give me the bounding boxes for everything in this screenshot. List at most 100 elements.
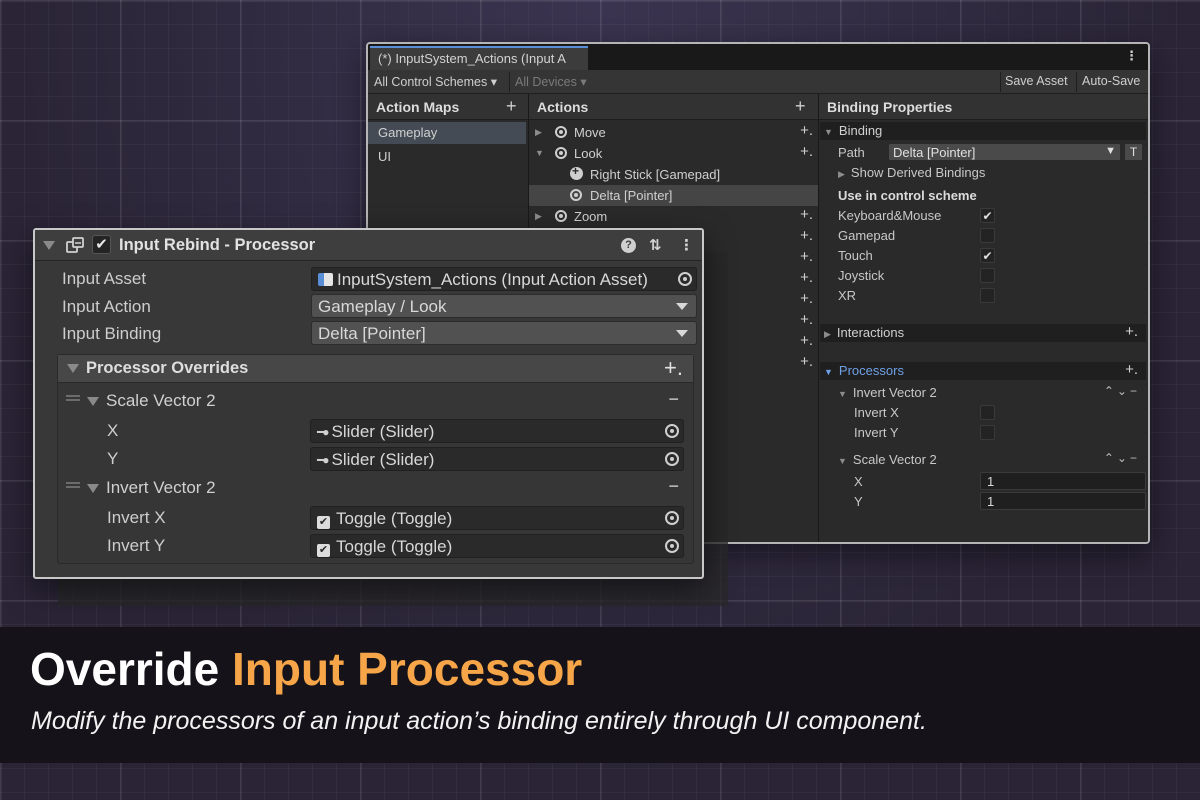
component-enabled-checkbox[interactable]: ✔	[92, 235, 111, 254]
foldout-triangle-icon[interactable]	[87, 397, 99, 406]
editor-toolbar: All Control Schemes ▾ All Devices ▾ Save…	[368, 70, 1148, 94]
use-in-control-scheme-label: Use in control scheme	[838, 188, 977, 203]
expand-triangle-icon[interactable]: ▶	[838, 169, 845, 179]
add-binding-icon[interactable]: +.	[800, 248, 813, 265]
kebab-menu-icon[interactable]: ⋮	[679, 236, 694, 254]
remove-processor-button[interactable]: −	[668, 389, 679, 410]
toggle-icon: ✔	[317, 516, 330, 529]
add-binding-icon[interactable]: +.	[800, 206, 813, 223]
help-icon[interactable]: ?	[621, 238, 636, 253]
processor-scale-vector-2[interactable]: ▼ Scale Vector 2	[838, 452, 937, 467]
presets-sliders-icon[interactable]: ⇅	[649, 236, 662, 254]
scheme-xr-checkbox[interactable]	[980, 288, 995, 303]
binding-label: Right Stick [Gamepad]	[590, 167, 721, 182]
slider-icon: ━●	[317, 453, 330, 467]
add-processor-override-icon[interactable]: +.	[664, 355, 683, 381]
collapse-triangle-icon[interactable]: ▼	[824, 127, 833, 137]
processor-invert-vector-2[interactable]: ▼ Invert Vector 2	[838, 385, 937, 400]
binding-section-header[interactable]: ▼ Binding	[820, 122, 1146, 140]
toggle-icon: ✔	[317, 544, 330, 557]
scheme-xr-label: XR	[838, 288, 857, 303]
scale-x-field[interactable]: 1	[980, 472, 1146, 490]
input-binding-dropdown[interactable]: Delta [Pointer]	[311, 321, 697, 345]
expand-triangle-icon[interactable]: ▶	[535, 211, 542, 222]
processor-overrides-list: Processor Overrides +. Scale Vector 2 − …	[57, 354, 694, 564]
kebab-menu-icon[interactable]: ⋮	[1125, 48, 1138, 64]
action-map-gameplay[interactable]: Gameplay	[368, 122, 526, 144]
t-button[interactable]: T	[1124, 143, 1143, 161]
scheme-gamepad-checkbox[interactable]	[980, 228, 995, 243]
collapse-triangle-icon[interactable]: ▼	[838, 456, 847, 466]
actions-title: Actions	[537, 99, 589, 115]
add-binding-icon[interactable]: +.	[800, 353, 813, 370]
reorder-arrows-icon[interactable]: ⌃⌄−	[1104, 451, 1140, 465]
collapse-triangle-icon[interactable]: ▼	[838, 389, 847, 399]
processors-section-header[interactable]: ▼ Processors +.	[820, 361, 1146, 380]
object-picker-icon[interactable]	[678, 272, 692, 286]
save-asset-button[interactable]: Save Asset	[1005, 74, 1068, 88]
add-binding-icon[interactable]: +.	[800, 227, 813, 244]
interactions-section-header[interactable]: ▶ Interactions +.	[820, 323, 1146, 342]
action-icon	[555, 210, 567, 222]
binding-delta-pointer[interactable]: Delta [Pointer]	[529, 185, 819, 206]
invert-x-toggle-field[interactable]: ✔ Toggle (Toggle)	[310, 506, 684, 530]
add-interaction-icon[interactable]: +.	[1125, 323, 1138, 340]
processor-overrides-header[interactable]: Processor Overrides +.	[58, 355, 693, 383]
input-asset-field[interactable]: InputSystem_Actions (Input Action Asset)	[311, 267, 697, 291]
add-processor-icon[interactable]: +.	[1125, 361, 1138, 378]
expand-triangle-icon[interactable]: ▶	[824, 329, 831, 339]
component-title: Input Rebind - Processor	[119, 236, 316, 254]
remove-processor-button[interactable]: −	[668, 476, 679, 497]
banner-title: Override Input Processor	[30, 642, 582, 696]
action-move[interactable]: ▶ Move +.	[529, 122, 819, 143]
expand-triangle-icon[interactable]: ▶	[535, 127, 542, 138]
chevron-down-icon: ▾	[490, 75, 498, 89]
collapse-triangle-icon[interactable]: ▼	[535, 148, 544, 158]
reorder-arrows-icon[interactable]: ⌃⌄−	[1104, 384, 1140, 398]
scale-x-slider-field[interactable]: ━● Slider (Slider)	[310, 419, 684, 443]
control-schemes-dropdown[interactable]: All Control Schemes ▾	[374, 74, 497, 89]
object-picker-icon[interactable]	[665, 452, 679, 466]
action-look[interactable]: ▼ Look +.	[529, 143, 819, 164]
invert-x-checkbox[interactable]	[980, 405, 995, 420]
devices-dropdown[interactable]: All Devices ▾	[515, 74, 587, 89]
binding-right-stick[interactable]: Right Stick [Gamepad]	[529, 164, 819, 185]
scheme-keyboard-mouse-checkbox[interactable]: ✔	[980, 208, 995, 223]
add-binding-icon[interactable]: +.	[800, 332, 813, 349]
scale-y-field[interactable]: 1	[980, 492, 1146, 510]
input-binding-label: Input Binding	[62, 324, 162, 343]
object-picker-icon[interactable]	[665, 511, 679, 525]
add-action-map-icon[interactable]: +	[506, 96, 517, 117]
add-binding-icon[interactable]: +.	[800, 311, 813, 328]
add-binding-icon[interactable]: +.	[800, 143, 813, 160]
add-binding-icon[interactable]: +.	[800, 290, 813, 307]
add-binding-icon[interactable]: +.	[800, 269, 813, 286]
foldout-triangle-icon[interactable]	[87, 484, 99, 493]
scheme-joystick-label: Joystick	[838, 268, 885, 283]
scale-y-slider-field[interactable]: ━● Slider (Slider)	[310, 447, 684, 471]
auto-save-toggle[interactable]: Auto-Save	[1082, 74, 1140, 88]
collapse-triangle-icon[interactable]: ▼	[824, 367, 833, 377]
object-picker-icon[interactable]	[665, 539, 679, 553]
action-map-ui[interactable]: UI	[368, 146, 526, 168]
add-action-icon[interactable]: +	[795, 96, 806, 117]
drag-handle-icon[interactable]	[66, 395, 80, 401]
show-derived-bindings[interactable]: ▶ Show Derived Bindings	[838, 165, 985, 180]
action-label: Look	[574, 146, 603, 161]
drag-handle-icon[interactable]	[66, 482, 80, 488]
scheme-joystick-checkbox[interactable]	[980, 268, 995, 283]
invert-y-toggle-field[interactable]: ✔ Toggle (Toggle)	[310, 534, 684, 558]
path-dropdown[interactable]: Delta [Pointer] ▼	[888, 143, 1121, 161]
editor-tab[interactable]: (*) InputSystem_Actions (Input A	[370, 46, 588, 70]
input-action-dropdown[interactable]: Gameplay / Look	[311, 294, 697, 318]
component-script-icon	[66, 237, 84, 253]
object-picker-icon[interactable]	[665, 424, 679, 438]
invert-y-checkbox[interactable]	[980, 425, 995, 440]
add-binding-icon[interactable]: +.	[800, 122, 813, 139]
toolbar-divider	[1000, 72, 1001, 92]
scheme-touch-checkbox[interactable]: ✔	[980, 248, 995, 263]
foldout-triangle-icon[interactable]	[43, 241, 55, 250]
binding-properties-header: Binding Properties	[819, 94, 1148, 120]
foldout-triangle-icon[interactable]	[67, 364, 79, 373]
action-zoom[interactable]: ▶ Zoom +.	[529, 206, 819, 227]
